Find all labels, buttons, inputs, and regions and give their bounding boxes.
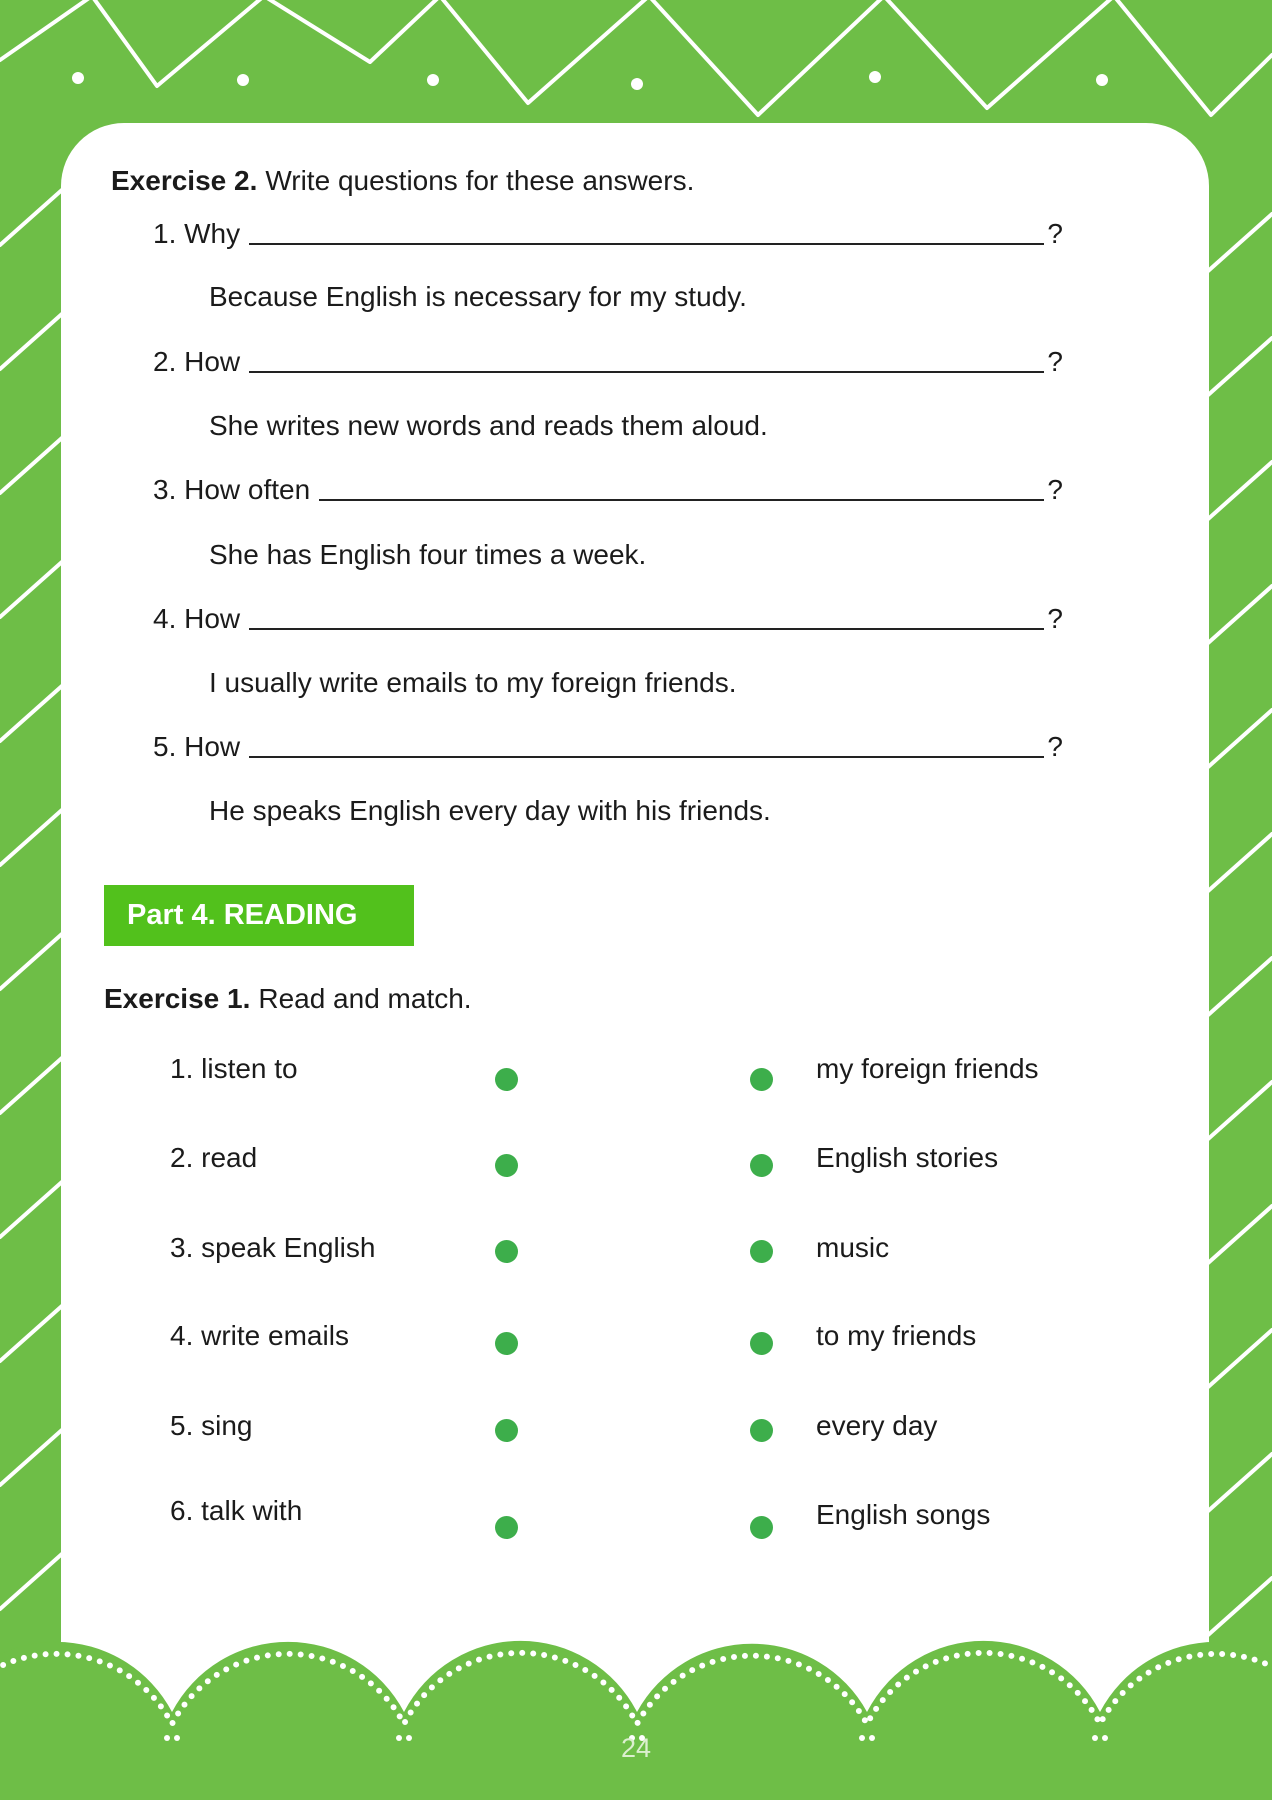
page-number: 24 bbox=[620, 1733, 652, 1763]
bottom-scallop-border bbox=[0, 1640, 1272, 1800]
workbook-page: Exercise 2. Write questions for these ans… bbox=[0, 0, 1272, 1800]
